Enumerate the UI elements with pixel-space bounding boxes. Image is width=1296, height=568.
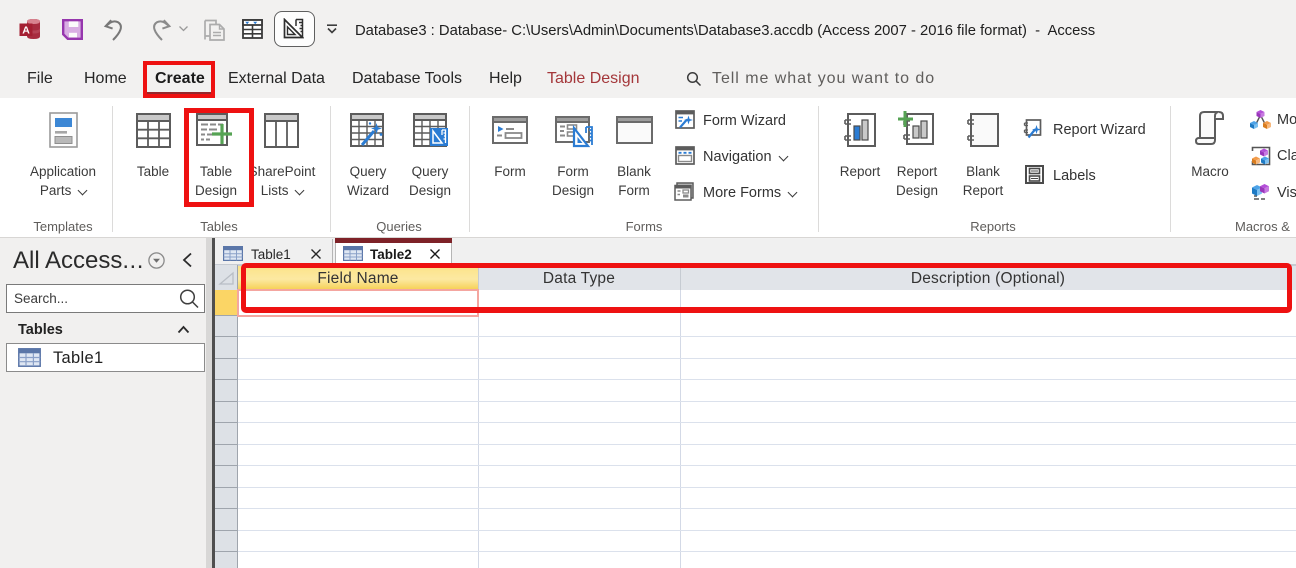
svg-text:A: A	[22, 24, 30, 36]
